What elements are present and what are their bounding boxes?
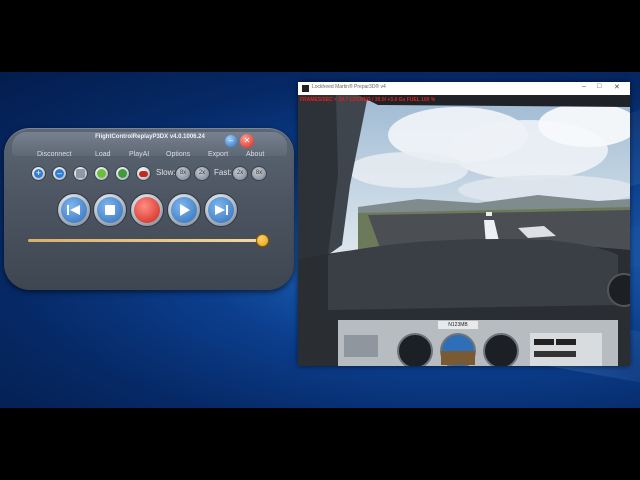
menu-export[interactable]: Export bbox=[208, 151, 228, 158]
play-icon bbox=[171, 197, 197, 223]
camera-button[interactable] bbox=[73, 166, 88, 181]
tail-number-placard: N123MB bbox=[448, 322, 468, 328]
fast-forward-icon bbox=[208, 197, 234, 223]
slow-label: Slow: bbox=[156, 168, 176, 177]
stop-small-button[interactable] bbox=[136, 166, 151, 181]
zoom-out-button[interactable]: – bbox=[52, 166, 67, 181]
sim-maximize-button[interactable]: □ bbox=[597, 83, 601, 90]
sim-window-title: Lockheed Martin® Prepar3D® v4 bbox=[312, 84, 386, 90]
menu-options[interactable]: Options bbox=[166, 151, 190, 158]
fast-8x-button[interactable]: 8x bbox=[251, 166, 267, 181]
cockpit-viewport[interactable]: N123MB FRAMES/SEC = 29.7 LOCKED / 30.0/ … bbox=[298, 95, 630, 366]
stop-button[interactable] bbox=[93, 193, 127, 227]
sim-titlebar[interactable]: Lockheed Martin® Prepar3D® v4 – □ ✕ bbox=[298, 82, 630, 95]
playback-slider-track[interactable] bbox=[28, 239, 263, 242]
menu-disconnect[interactable]: Disconnect bbox=[37, 151, 72, 158]
rewind-icon bbox=[61, 197, 87, 223]
gear-icon bbox=[97, 169, 106, 178]
letterbox-top bbox=[0, 0, 640, 72]
fast-label: Fast: bbox=[214, 168, 232, 177]
menu-load[interactable]: Load bbox=[95, 151, 111, 158]
stop-icon bbox=[97, 197, 123, 223]
record-icon bbox=[139, 170, 148, 177]
record-button[interactable] bbox=[130, 193, 164, 227]
camera-icon bbox=[76, 169, 85, 178]
play-button[interactable] bbox=[167, 193, 201, 227]
gear-button[interactable] bbox=[94, 166, 109, 181]
menu-playai[interactable]: PlayAI bbox=[129, 151, 149, 158]
frame-rate-readout: FRAMES/SEC = 29.7 LOCKED / 30.0/ +3.0 Gs… bbox=[300, 97, 436, 103]
p3d-app-icon bbox=[302, 85, 309, 92]
menu-about[interactable]: About bbox=[246, 151, 264, 158]
slow-2x-button[interactable]: 2x bbox=[194, 166, 210, 181]
sync-button[interactable] bbox=[115, 166, 130, 181]
slow-8x-button[interactable]: 8x bbox=[175, 166, 191, 181]
letterbox-bottom bbox=[0, 408, 640, 480]
refresh-icon bbox=[118, 169, 127, 178]
zoom-in-button[interactable]: + bbox=[31, 166, 46, 181]
plus-icon: + bbox=[34, 168, 43, 178]
sim-minimize-button[interactable]: – bbox=[582, 83, 586, 90]
sim-close-button[interactable]: ✕ bbox=[614, 83, 620, 91]
minimize-button[interactable]: – bbox=[225, 135, 237, 147]
sim-window: Lockheed Martin® Prepar3D® v4 – □ ✕ N123… bbox=[298, 82, 630, 366]
playback-slider-thumb[interactable] bbox=[256, 234, 269, 247]
rewind-button[interactable] bbox=[57, 193, 91, 227]
record-icon bbox=[134, 197, 160, 223]
fast-2x-button[interactable]: 2x bbox=[232, 166, 248, 181]
replay-title: FlightControlReplayP3DX v4.0.1006.24 bbox=[95, 134, 205, 140]
minus-icon: – bbox=[55, 168, 64, 178]
fast-forward-button[interactable] bbox=[204, 193, 238, 227]
close-button[interactable]: ✕ bbox=[240, 134, 254, 148]
